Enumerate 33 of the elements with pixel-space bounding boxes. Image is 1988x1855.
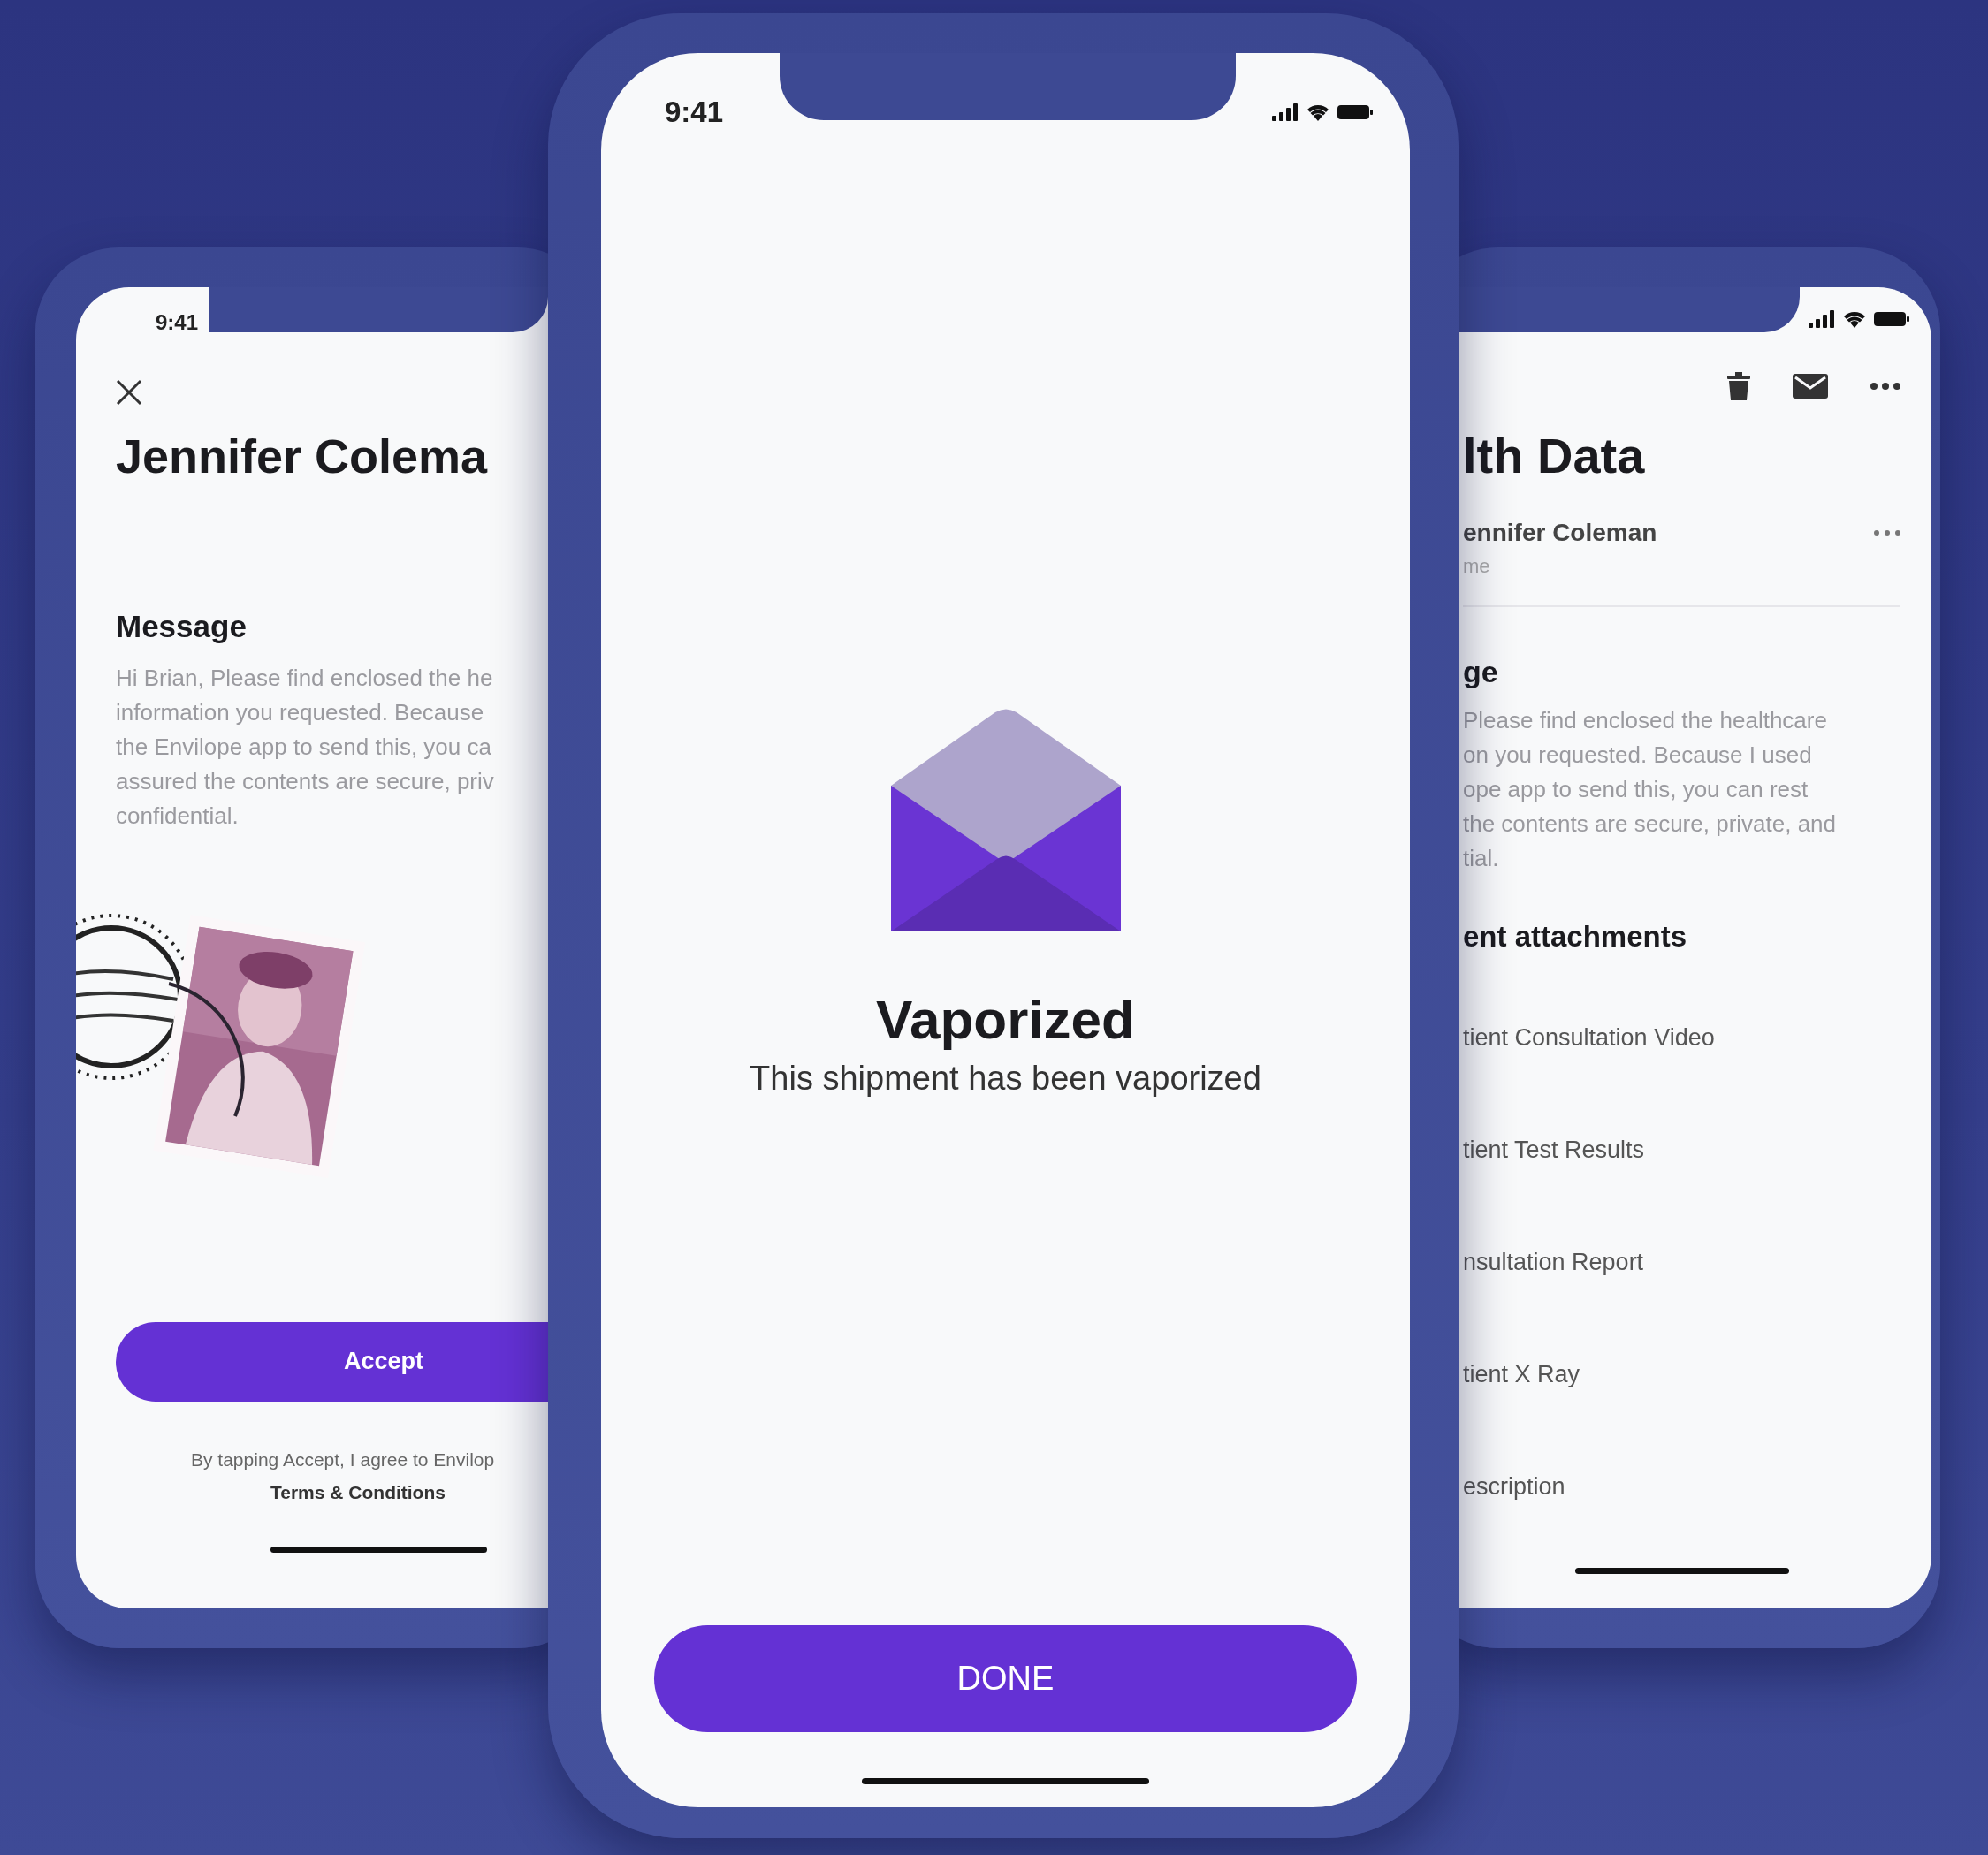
message-text: Hi Brian, Please find enclosed the he information you requested. Because the Envilope app to send this, you ca assured the contents are secure, priv confidential. [116,663,495,831]
status-title: Vaporized [876,989,1135,1050]
battery-icon [1337,103,1373,120]
status-time: 9:41 [665,95,724,130]
wifi-icon [1306,103,1330,122]
done-button[interactable]: DONE [654,1624,1357,1732]
attachment-item[interactable]: nsultation Report [1463,1244,1644,1280]
attachment-item[interactable]: tient Consultation Video [1463,1020,1715,1055]
terms-link[interactable]: Terms & Conditions [270,1479,446,1507]
attachment-item[interactable]: tient Test Results [1463,1132,1645,1167]
attachment-item[interactable]: tient X Ray [1463,1357,1580,1392]
accept-button[interactable]: Accept [116,1321,548,1402]
attachment-item[interactable]: escription [1463,1469,1565,1504]
status-message: This shipment has been vaporized [750,1058,1261,1099]
recipient-text: me [1463,554,1490,579]
wifi-icon [1842,309,1867,328]
battery-icon [1874,310,1909,327]
sender-name: ennifer Coleman [1463,518,1657,548]
signal-icon [1809,309,1835,328]
signal-icon [1272,103,1299,121]
message-text: Please find enclosed the healthcare on you requested. Because I used ope app to send this, you can rest the contents are secure, private, and tial. [1463,706,1838,873]
status-time: 9:41 [156,309,199,336]
screen-title: Jennifer Colema [116,432,489,480]
screen-title: lth Data [1463,431,1646,481]
section-label: Message [116,608,248,645]
close-icon[interactable] [116,379,142,406]
section-label: ent attachments [1463,919,1687,954]
trash-icon[interactable] [1727,372,1750,400]
mail-icon[interactable] [1793,374,1828,399]
envelope-icon [890,708,1121,931]
more-icon[interactable] [1870,383,1900,390]
section-label: ge [1463,654,1498,690]
terms-text: By tapping Accept, I agree to Envilop [191,1448,496,1471]
